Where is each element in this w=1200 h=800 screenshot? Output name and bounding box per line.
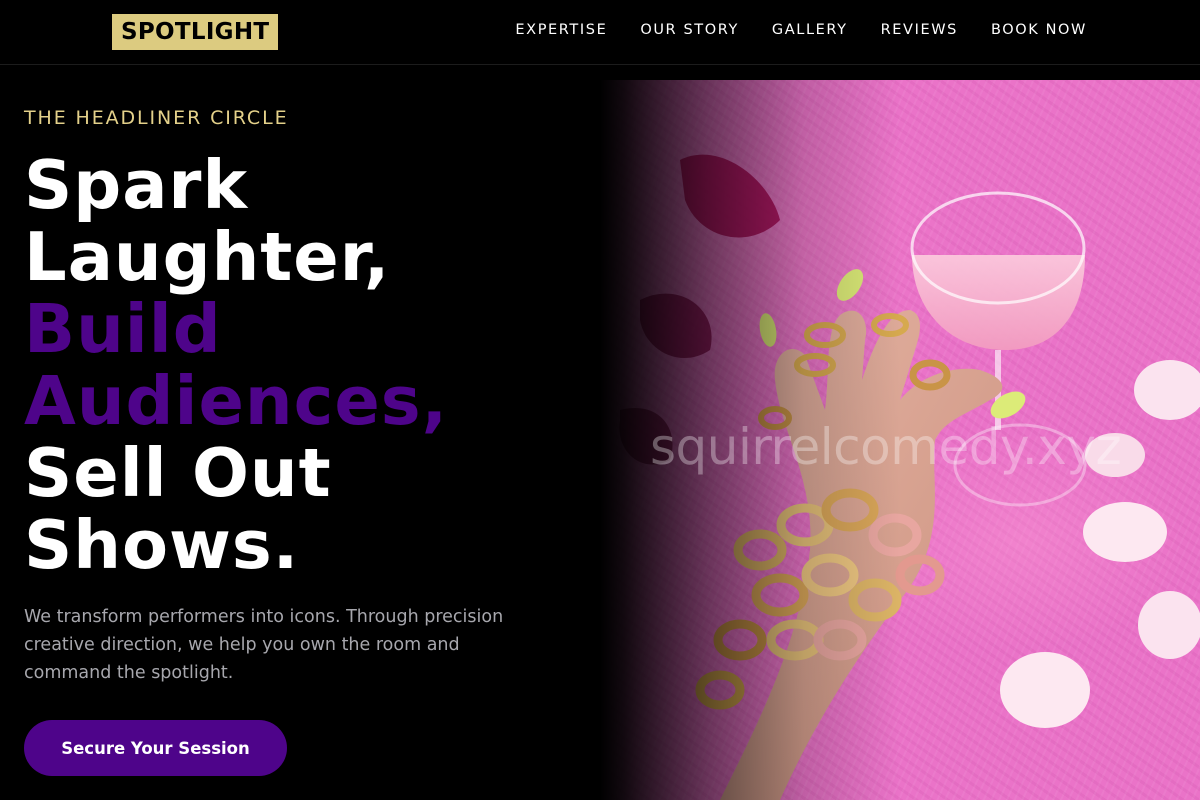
hand bbox=[720, 310, 1003, 800]
dark-petal bbox=[680, 154, 780, 238]
hero-description: We transform performers into icons. Thro… bbox=[24, 607, 504, 683]
site-header: SPOTLIGHT EXPERTISE OUR STORY GALLERY RE… bbox=[0, 0, 1200, 65]
hero-headline: Spark Laughter, Build Audiences, Sell Ou… bbox=[24, 149, 448, 581]
hero-image: squirrelcomedy.xyz bbox=[600, 80, 1200, 800]
image-watermark: squirrelcomedy.xyz bbox=[650, 418, 1122, 476]
secure-session-button[interactable]: Secure Your Session bbox=[24, 720, 287, 776]
headline-line: Laughter, bbox=[24, 218, 391, 296]
brand-logo[interactable]: SPOTLIGHT bbox=[112, 14, 279, 50]
nav-link-our-story[interactable]: OUR STORY bbox=[640, 22, 739, 38]
dark-petal bbox=[640, 293, 712, 359]
white-petal bbox=[1000, 652, 1090, 728]
headline-line: Shows. bbox=[24, 506, 300, 584]
headline-accent-line: Build bbox=[24, 290, 222, 368]
white-petal bbox=[1083, 502, 1167, 562]
headline-line: Sell Out bbox=[24, 434, 332, 512]
white-petal bbox=[1134, 360, 1200, 420]
nav-link-gallery[interactable]: GALLERY bbox=[772, 22, 848, 38]
headline-line: Spark bbox=[24, 146, 249, 224]
nail bbox=[836, 269, 864, 301]
nail bbox=[759, 313, 777, 347]
nav-link-book-now[interactable]: BOOK NOW bbox=[991, 22, 1087, 38]
headline-accent-line: Audiences, bbox=[24, 362, 449, 440]
nav-link-reviews[interactable]: REVIEWS bbox=[881, 22, 958, 38]
nav-link-expertise[interactable]: EXPERTISE bbox=[515, 22, 607, 38]
hero-eyebrow: THE HEADLINER CIRCLE bbox=[24, 107, 289, 129]
white-petal bbox=[1138, 591, 1200, 659]
main-nav: EXPERTISE OUR STORY GALLERY REVIEWS BOOK… bbox=[515, 0, 1087, 60]
